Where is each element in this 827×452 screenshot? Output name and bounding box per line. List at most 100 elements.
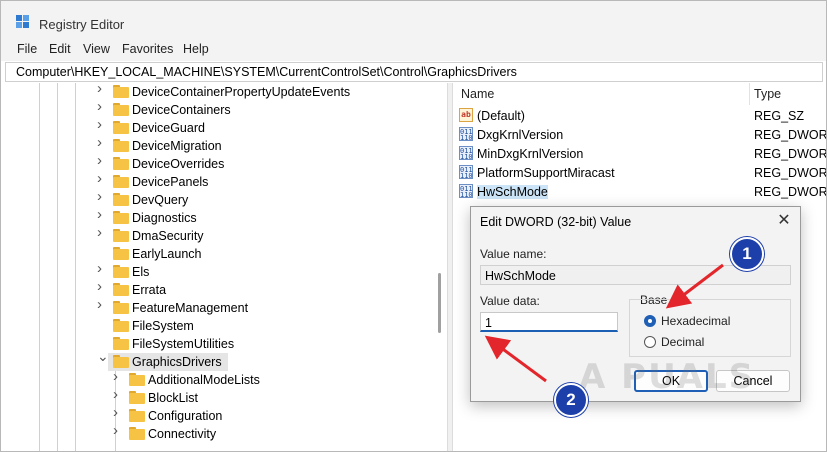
chevron-right-icon[interactable]: › <box>97 99 107 114</box>
menu-help[interactable]: Help <box>183 42 209 56</box>
chevron-right-icon[interactable]: › <box>97 117 107 132</box>
value-name: DxgKrnlVersion <box>477 128 564 142</box>
menu-view[interactable]: View <box>83 42 110 56</box>
tree-item-label-wrap: AdditionalModeLists <box>124 371 266 389</box>
chevron-down-icon[interactable]: ⌄ <box>97 349 109 363</box>
chevron-right-icon[interactable]: › <box>97 153 107 168</box>
tree-item[interactable]: › Errata <box>5 279 435 299</box>
menu-edit[interactable]: Edit <box>49 42 71 56</box>
column-header-type[interactable]: Type <box>754 87 781 101</box>
tree-item-label-wrap: DevicePanels <box>108 173 214 191</box>
binary-value-icon: 011 110 <box>459 127 473 142</box>
tree-item[interactable]: FileSystemUtilities <box>5 335 435 353</box>
tree-item-label-wrap: DeviceGuard <box>108 119 211 137</box>
tree-item-label-wrap: Els <box>108 263 155 281</box>
registry-editor-icon <box>16 15 30 29</box>
menu-favorites[interactable]: Favorites <box>122 42 173 56</box>
tree-item-label-wrap: DeviceMigration <box>108 137 228 155</box>
chevron-right-icon[interactable]: › <box>97 189 107 204</box>
tree-item[interactable]: ⌄ GraphicsDrivers <box>5 349 435 371</box>
value-row[interactable]: ab (Default) REG_SZ <box>453 107 826 125</box>
value-row[interactable]: 011110 DxgKrnlVersion REG_DWORD <box>453 126 826 144</box>
tree-item[interactable]: › Configuration <box>5 405 435 425</box>
tree-item-label-wrap: DevQuery <box>108 191 194 209</box>
chevron-right-icon[interactable]: › <box>113 369 123 384</box>
tree-item[interactable]: › DeviceContainerPropertyUpdateEvents <box>5 83 435 101</box>
chevron-right-icon[interactable]: › <box>113 387 123 402</box>
value-name: (Default) <box>477 109 525 123</box>
tree-item[interactable]: › DevQuery <box>5 189 435 209</box>
value-data-input[interactable]: 1 <box>480 312 618 332</box>
value-row[interactable]: 011110 PlatformSupportMiracast REG_DWORD <box>453 164 826 182</box>
tree-item-label-wrap: BlockList <box>124 389 204 407</box>
tree-item[interactable]: › BlockList <box>5 387 435 407</box>
tree-item[interactable]: › Diagnostics <box>5 207 435 227</box>
tree-item-label-wrap: DmaSecurity <box>108 227 210 245</box>
tree-item[interactable]: › AdditionalModeLists <box>5 369 435 389</box>
no-expander <box>97 248 107 258</box>
tree-item-label-wrap: DeviceContainers <box>108 101 237 119</box>
column-header-name[interactable]: Name <box>461 87 494 101</box>
tree-item[interactable]: › DeviceContainers <box>5 99 435 119</box>
close-icon[interactable]: ✕ <box>772 210 796 232</box>
chevron-right-icon[interactable]: › <box>97 83 107 96</box>
chevron-right-icon[interactable]: › <box>97 225 107 240</box>
chevron-right-icon[interactable]: › <box>97 207 107 222</box>
base-group: Hexadecimal Decimal <box>629 299 791 357</box>
no-expander <box>97 320 107 330</box>
tree-item[interactable]: › DeviceGuard <box>5 117 435 137</box>
no-expander <box>97 338 107 348</box>
decimal-radio[interactable]: Decimal <box>644 334 754 350</box>
tree-item-label-wrap: DeviceContainerPropertyUpdateEvents <box>108 83 356 101</box>
tree-item-label: DeviceContainers <box>132 103 231 117</box>
tree-item-label-wrap: Configuration <box>124 407 228 425</box>
tree-scrollbar-thumb[interactable] <box>438 273 441 333</box>
tree-scrollbar[interactable] <box>433 83 447 451</box>
hexadecimal-radio[interactable]: Hexadecimal <box>644 313 754 329</box>
decimal-label: Decimal <box>661 335 705 349</box>
tree-item[interactable]: › DmaSecurity <box>5 225 435 245</box>
tree-item-label: Connectivity <box>148 427 217 441</box>
tree-item[interactable]: › DevicePanels <box>5 171 435 191</box>
value-name: HwSchMode <box>477 185 548 199</box>
chevron-right-icon[interactable]: › <box>97 297 107 312</box>
tree-item-label: BlockList <box>148 391 199 405</box>
tree-item-label-wrap: Diagnostics <box>108 209 203 227</box>
column-separator[interactable] <box>749 83 750 105</box>
tree-item[interactable]: › Els <box>5 261 435 281</box>
value-type: REG_SZ <box>754 109 805 123</box>
chevron-right-icon[interactable]: › <box>97 279 107 294</box>
chevron-right-icon[interactable]: › <box>97 135 107 150</box>
hexadecimal-label: Hexadecimal <box>661 314 731 328</box>
menu-file[interactable]: File <box>17 42 37 56</box>
tree-item[interactable]: › DeviceMigration <box>5 135 435 155</box>
tree-item-label: DeviceOverrides <box>132 157 225 171</box>
tree-item[interactable]: EarlyLaunch <box>5 245 435 263</box>
step-badge-1: 1 <box>730 237 764 271</box>
tree-item[interactable]: › DeviceOverrides <box>5 153 435 173</box>
value-name: MinDxgKrnlVersion <box>477 147 584 161</box>
tree-item-label: Configuration <box>148 409 223 423</box>
registry-key-tree: › DeviceContainerPropertyUpdateEvents › Dev… <box>5 83 447 451</box>
value-data-label: Value data: <box>480 294 540 308</box>
binary-value-icon: 011 110 <box>459 146 473 161</box>
tree-item-label-wrap: DeviceOverrides <box>108 155 230 173</box>
value-row[interactable]: 011110 MinDxgKrnlVersion REG_DWORD <box>453 145 826 163</box>
value-row[interactable]: 011110 HwSchMode REG_DWORD <box>453 183 826 201</box>
tree-item[interactable]: › FeatureManagement <box>5 297 435 317</box>
address-bar[interactable]: Computer\HKEY_LOCAL_MACHINE\SYSTEM\Curre… <box>5 62 823 82</box>
tree-item-label: GraphicsDrivers <box>132 355 222 369</box>
tree-item-label: Els <box>132 265 150 279</box>
chevron-right-icon[interactable]: › <box>97 171 107 186</box>
tree-item[interactable]: › Connectivity <box>5 423 435 443</box>
chevron-right-icon[interactable]: › <box>113 405 123 420</box>
string-value-icon: ab <box>459 108 473 122</box>
chevron-right-icon[interactable]: › <box>97 261 107 276</box>
dialog-title: Edit DWORD (32-bit) Value <box>480 215 632 229</box>
value-name: PlatformSupportMiracast <box>477 166 615 180</box>
binary-value-icon: 011 110 <box>459 184 473 199</box>
chevron-right-icon[interactable]: › <box>113 423 123 438</box>
tree-item[interactable]: FileSystem <box>5 317 435 335</box>
tree-item-label: FileSystemUtilities <box>132 337 235 351</box>
tree-item-label-wrap: Connectivity <box>124 425 222 443</box>
